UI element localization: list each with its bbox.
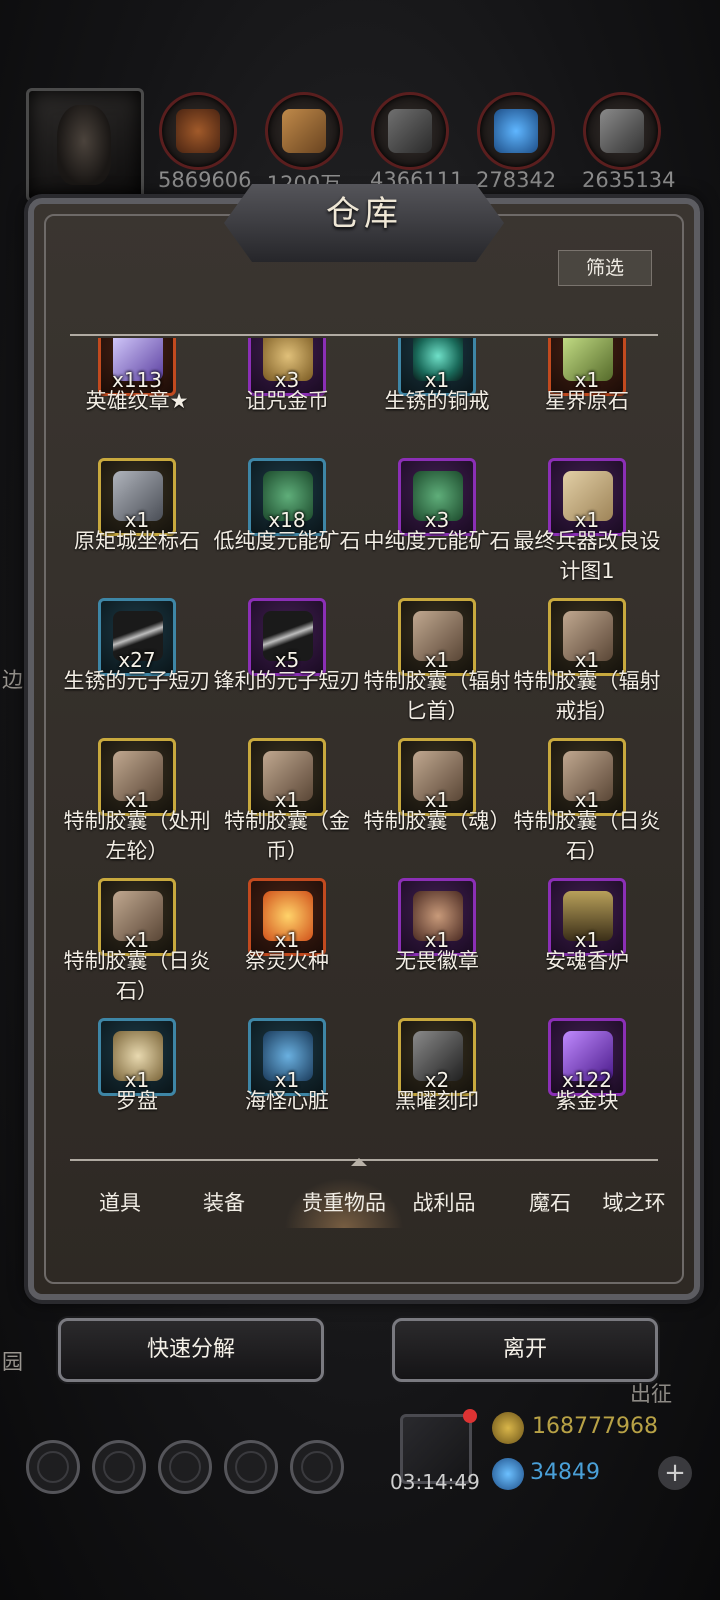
event-timer: 03:14:49 — [390, 1470, 480, 1494]
item-name: 星界原石 — [545, 389, 629, 413]
item-name: 特制胶囊（日炎石） — [64, 949, 211, 1003]
item-slot[interactable]: x1 祭灵火种 — [214, 878, 364, 1018]
item-name: 特制胶囊（辐射匕首） — [363, 669, 511, 723]
ingot-icon — [388, 109, 432, 153]
resource-value: 5869606 — [158, 168, 252, 192]
item-slot[interactable]: x2 黑曜刻印 — [364, 1018, 514, 1156]
item-slot[interactable]: x3 诅咒金币 — [214, 338, 364, 458]
crystal-icon — [494, 109, 538, 153]
resource-value: 2635134 — [582, 168, 676, 192]
wood-icon — [282, 109, 326, 153]
item-grid[interactable]: x113 英雄纹章★ x3 诅咒金币 x1 生锈的铜戒 x1 星界原石 x1 原矩城坐标石 x18 低… — [64, 338, 664, 1156]
item-slot[interactable]: x1 特制胶囊（辐射戒指） — [514, 598, 664, 738]
notification-dot — [463, 1409, 477, 1423]
item-slot[interactable]: x1 原矩城坐标石 — [64, 458, 214, 598]
item-slot[interactable]: x1 特制胶囊（辐射匕首） — [364, 598, 514, 738]
resource-wood[interactable]: 1200万 — [264, 92, 344, 198]
item-slot[interactable]: x1 罗盘 — [64, 1018, 214, 1156]
castle-icon[interactable] — [158, 1440, 212, 1494]
item-name: 最终兵器改良设计图1 — [513, 529, 661, 583]
item-name: 中纯度元能矿石 — [363, 529, 511, 553]
iron-icon — [600, 109, 644, 153]
gold-amount: 168777968 — [532, 1414, 658, 1439]
category-tabs: 道具 装备 贵重物品 战利品 魔石 域之环 — [54, 1158, 674, 1240]
item-name: 特制胶囊（日炎石） — [513, 809, 661, 863]
tab-loot[interactable]: 战利品 — [394, 1178, 494, 1228]
item-name: 生锈的元子短刃 — [64, 669, 211, 693]
leave-button[interactable]: 离开 — [392, 1318, 658, 1382]
item-name: 特制胶囊（处刑左轮） — [64, 809, 211, 863]
player-avatar[interactable] — [26, 88, 144, 202]
item-slot[interactable]: x1 最终兵器改良设计图1 — [514, 458, 664, 598]
item-slot[interactable]: x122 紫金块 — [514, 1018, 664, 1156]
resource-iron[interactable]: 2635134 — [582, 92, 676, 192]
gold-coin-icon — [492, 1412, 524, 1444]
leather-icon — [176, 109, 220, 153]
bag-icon[interactable] — [290, 1440, 344, 1494]
item-name: 黑曜刻印 — [395, 1089, 479, 1113]
quick-decompose-button[interactable]: 快速分解 — [58, 1318, 324, 1382]
item-name: 特制胶囊（金币） — [224, 809, 350, 863]
item-name: 安魂香炉 — [545, 949, 629, 973]
tab-items[interactable]: 道具 — [70, 1178, 170, 1228]
item-name: 特制胶囊（辐射戒指） — [513, 669, 661, 723]
item-slot[interactable]: x1 安魂香炉 — [514, 878, 664, 1018]
item-slot[interactable]: x1 特制胶囊（魂） — [364, 738, 514, 878]
warehouse-panel: 仓库 筛选 x113 英雄纹章★ x3 诅咒金币 x1 生锈的铜戒 x1 星界原石 x1 原矩城坐… — [28, 184, 700, 1300]
item-name: 锋利的元子短刃 — [213, 669, 361, 693]
item-name: 原矩城坐标石 — [74, 529, 200, 553]
item-slot[interactable]: x18 低纯度元能矿石 — [214, 458, 364, 598]
item-slot[interactable]: x1 特制胶囊（金币） — [214, 738, 364, 878]
item-slot[interactable]: x1 生锈的铜戒 — [364, 338, 514, 458]
tab-domain-rings[interactable]: 域之环 — [584, 1178, 684, 1228]
item-name: 特制胶囊（魂） — [363, 809, 511, 833]
item-slot[interactable]: x3 中纯度元能矿石 — [364, 458, 514, 598]
settings-icon[interactable] — [26, 1440, 80, 1494]
active-tab-indicator — [351, 1158, 367, 1166]
item-name: 紫金块 — [555, 1089, 619, 1113]
divider — [70, 334, 658, 336]
mail-icon[interactable] — [224, 1440, 278, 1494]
tab-valuables[interactable]: 贵重物品 — [284, 1178, 404, 1228]
title-plate: 仓库 — [224, 184, 504, 262]
item-slot[interactable]: x1 无畏徽章 — [364, 878, 514, 1018]
expedition-label: 出征 — [630, 1382, 672, 1406]
item-name: 英雄纹章★ — [85, 389, 189, 413]
resource-bar: 5869606 1200万 4366111 278342 2635134 — [0, 88, 720, 202]
add-currency-button[interactable]: + — [658, 1456, 692, 1490]
item-name: 诅咒金币 — [245, 389, 329, 413]
item-name: 祭灵火种 — [245, 949, 329, 973]
item-slot[interactable]: x1 特制胶囊（日炎石） — [64, 878, 214, 1018]
gem-icon — [492, 1458, 524, 1490]
item-name: 生锈的铜戒 — [384, 389, 490, 413]
avatar-portrait — [57, 105, 111, 185]
filter-button[interactable]: 筛选 — [558, 250, 652, 286]
item-slot[interactable]: x1 星界原石 — [514, 338, 664, 458]
resource-value: 278342 — [476, 168, 557, 192]
panel-title: 仓库 — [326, 194, 402, 234]
bottom-hud: 出征 03:14:49 168777968 34849 + — [0, 1382, 720, 1600]
item-slot[interactable]: x27 生锈的元子短刃 — [64, 598, 214, 738]
item-name: 海怪心脏 — [245, 1089, 329, 1113]
item-slot[interactable]: x1 特制胶囊（处刑左轮） — [64, 738, 214, 878]
resource-crystal[interactable]: 278342 — [476, 92, 556, 192]
tab-equipment[interactable]: 装备 — [174, 1178, 274, 1228]
item-name: 无畏徽章 — [395, 949, 479, 973]
background-label: 边 — [2, 668, 23, 692]
resource-ingot[interactable]: 4366111 — [370, 92, 464, 192]
item-slot[interactable]: x113 英雄纹章★ — [64, 338, 214, 458]
item-slot[interactable]: x1 特制胶囊（日炎石） — [514, 738, 664, 878]
item-name: 低纯度元能矿石 — [213, 529, 361, 553]
item-slot[interactable]: x5 锋利的元子短刃 — [214, 598, 364, 738]
item-slot[interactable]: x1 海怪心脏 — [214, 1018, 364, 1156]
resource-leather[interactable]: 5869606 — [158, 92, 252, 192]
gem-amount: 34849 — [530, 1460, 600, 1485]
star-icon[interactable] — [92, 1440, 146, 1494]
background-label: 园 — [2, 1350, 23, 1374]
item-name: 罗盘 — [116, 1089, 158, 1113]
